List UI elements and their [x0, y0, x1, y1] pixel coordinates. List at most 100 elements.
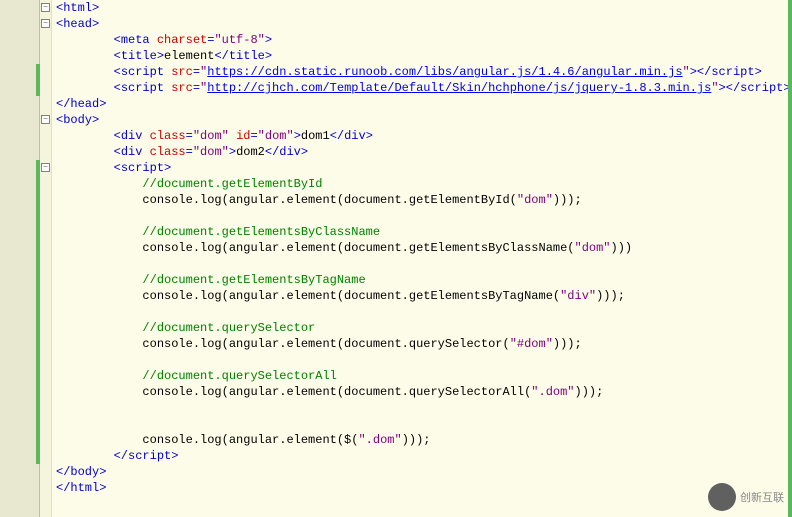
token: [142, 145, 149, 159]
code-line[interactable]: console.log(angular.element(document.que…: [56, 384, 792, 400]
url-token: http://cjhch.com/Template/Default/Skin/h…: [207, 81, 711, 95]
txt-token: element: [164, 49, 214, 63]
str-token: "utf-8": [214, 33, 264, 47]
tag-token: ></: [690, 65, 712, 79]
tag-token: >: [265, 33, 272, 47]
tag-token: title: [229, 49, 265, 63]
token: [142, 129, 149, 143]
tag-token: >: [229, 145, 236, 159]
code-line[interactable]: </html>: [56, 480, 792, 496]
tag-token: </: [265, 145, 279, 159]
tag-token: <: [114, 81, 121, 95]
code-line[interactable]: [56, 256, 792, 272]
tag-token: script: [128, 449, 171, 463]
url-token: https://cdn.static.runoob.com/libs/angul…: [207, 65, 682, 79]
token: [229, 129, 236, 143]
attr-token: src: [171, 81, 193, 95]
str-token: "dom": [575, 241, 611, 255]
code-line[interactable]: <body>: [56, 112, 792, 128]
code-line[interactable]: console.log(angular.element(document.get…: [56, 240, 792, 256]
code-line[interactable]: <script src="http://cjhch.com/Template/D…: [56, 80, 792, 96]
code-line[interactable]: //document.getElementById: [56, 176, 792, 192]
code-line[interactable]: <meta charset="utf-8">: [56, 32, 792, 48]
tag-token: >: [99, 97, 106, 111]
tag-token: html: [63, 1, 92, 15]
fold-toggle-icon[interactable]: −: [41, 19, 50, 28]
code-line[interactable]: [56, 208, 792, 224]
tag-token: >: [755, 65, 762, 79]
tag-token: body: [63, 113, 92, 127]
code-line[interactable]: <title>element</title>: [56, 48, 792, 64]
fold-toggle-icon[interactable]: −: [41, 3, 50, 12]
str-token: "dom": [193, 145, 229, 159]
tag-token: <: [114, 145, 121, 159]
txt-token: ))): [611, 241, 633, 255]
tag-token: =: [186, 145, 193, 159]
tag-token: >: [92, 17, 99, 31]
str-token: ".dom": [531, 385, 574, 399]
code-line[interactable]: console.log(angular.element(document.get…: [56, 288, 792, 304]
str-token: "dom": [193, 129, 229, 143]
fold-toggle-icon[interactable]: −: [41, 115, 50, 124]
tag-token: <: [114, 33, 121, 47]
fold-column[interactable]: − − − −: [40, 0, 52, 517]
tag-token: div: [121, 129, 143, 143]
txt-token: console.log(angular.element(document.get…: [142, 289, 560, 303]
code-line[interactable]: console.log(angular.element($(".dom")));: [56, 432, 792, 448]
tag-token: </: [56, 97, 70, 111]
tag-token: head: [63, 17, 92, 31]
txt-token: dom1: [301, 129, 330, 143]
code-line[interactable]: </body>: [56, 464, 792, 480]
tag-token: >: [92, 1, 99, 15]
str-token: "dom": [517, 193, 553, 207]
tag-token: div: [344, 129, 366, 143]
code-line[interactable]: <script>: [56, 160, 792, 176]
code-line[interactable]: [56, 352, 792, 368]
code-line[interactable]: //document.querySelector: [56, 320, 792, 336]
code-line[interactable]: <script src="https://cdn.static.runoob.c…: [56, 64, 792, 80]
code-line[interactable]: [56, 400, 792, 416]
code-line[interactable]: console.log(angular.element(document.get…: [56, 192, 792, 208]
code-line[interactable]: <html>: [56, 0, 792, 16]
comment-token: //document.querySelector: [142, 321, 315, 335]
code-line[interactable]: //document.getElementsByClassName: [56, 224, 792, 240]
code-line[interactable]: console.log(angular.element(document.que…: [56, 336, 792, 352]
code-line[interactable]: <head>: [56, 16, 792, 32]
code-line[interactable]: <div class="dom">dom2</div>: [56, 144, 792, 160]
tag-token: <: [114, 65, 121, 79]
tag-token: <: [114, 49, 121, 63]
tag-token: html: [70, 481, 99, 495]
comment-token: //document.getElementsByTagName: [142, 273, 365, 287]
code-line[interactable]: </script>: [56, 448, 792, 464]
comment-token: //document.getElementsByClassName: [142, 225, 380, 239]
gutter: [0, 0, 40, 517]
code-line[interactable]: [56, 304, 792, 320]
str-token: ": [683, 65, 690, 79]
tag-token: </: [56, 465, 70, 479]
code-line[interactable]: //document.getElementsByTagName: [56, 272, 792, 288]
tag-token: >: [164, 161, 171, 175]
code-line[interactable]: //document.querySelectorAll: [56, 368, 792, 384]
str-token: "dom": [258, 129, 294, 143]
code-editor[interactable]: −−−− <html><head> <meta charset="utf-8">…: [0, 0, 792, 517]
tag-token: >: [265, 49, 272, 63]
tag-token: script: [121, 65, 164, 79]
txt-token: )));: [402, 433, 431, 447]
tag-token: >: [301, 145, 308, 159]
fold-toggle-icon[interactable]: −: [41, 163, 50, 172]
txt-token: console.log(angular.element(document.que…: [142, 385, 531, 399]
tag-token: >: [294, 129, 301, 143]
right-change-marker: [788, 0, 792, 517]
code-area[interactable]: <html><head> <meta charset="utf-8"> <tit…: [52, 0, 792, 517]
tag-token: head: [70, 97, 99, 111]
tag-token: >: [92, 113, 99, 127]
code-line[interactable]: </head>: [56, 96, 792, 112]
code-line[interactable]: <div class="dom" id="dom">dom1</div>: [56, 128, 792, 144]
txt-token: )));: [596, 289, 625, 303]
tag-token: script: [121, 81, 164, 95]
str-token: "#dom": [510, 337, 553, 351]
token: [150, 33, 157, 47]
code-line[interactable]: [56, 416, 792, 432]
tag-token: </: [56, 481, 70, 495]
comment-token: //document.getElementById: [142, 177, 322, 191]
